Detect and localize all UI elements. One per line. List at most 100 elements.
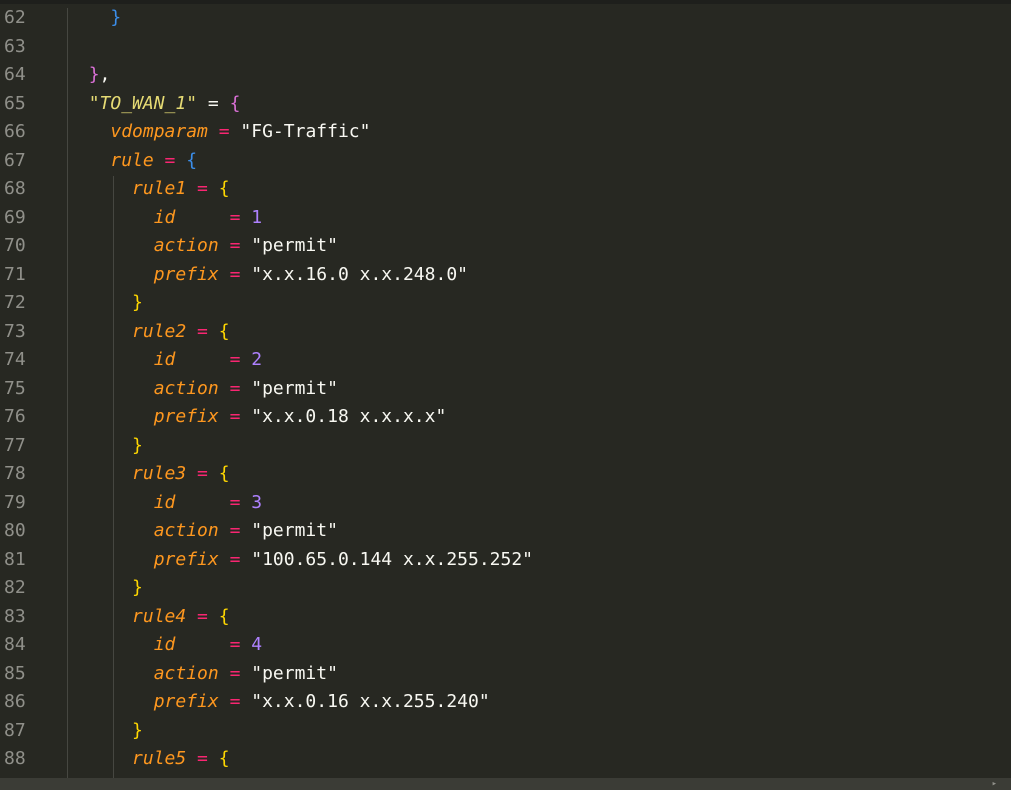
code-token: =: [186, 748, 219, 769]
code-line[interactable]: 63: [0, 33, 1011, 62]
code-token: action: [153, 377, 219, 399]
code-token: action: [153, 235, 219, 256]
code-text: rule2 = {: [67, 318, 230, 347]
code-line[interactable]: 68 rule1 = {: [0, 175, 1011, 204]
code-token: =: [153, 149, 187, 171]
line-number: 79: [4, 491, 26, 513]
code-line[interactable]: 79 id = 3: [0, 489, 1011, 518]
code-line[interactable]: 70 action = "permit": [0, 232, 1011, 261]
line-number: 62: [4, 7, 26, 28]
line-number: 75: [4, 377, 26, 399]
code-line[interactable]: 81 prefix = "100.65.0.144 x.x.255.252": [0, 546, 1011, 575]
line-number: 83: [4, 605, 26, 627]
code-line[interactable]: 84 id = 4: [0, 631, 1011, 660]
code-line[interactable]: 85 action = "permit": [0, 660, 1011, 689]
code-token: id: [153, 634, 176, 655]
code-token: prefix: [153, 263, 219, 285]
code-token: rule3: [132, 463, 187, 484]
code-line[interactable]: 75 action = "permit": [0, 375, 1011, 404]
code-text: prefix = "x.x.0.18 x.x.x.x": [67, 403, 447, 432]
code-text: }: [67, 717, 143, 746]
code-text: id = 3: [67, 489, 262, 518]
code-token: rule1: [132, 178, 187, 199]
line-number: 77: [4, 434, 26, 456]
code-text: }: [67, 4, 121, 33]
code-line[interactable]: 64 },: [0, 61, 1011, 90]
code-line[interactable]: 77 }: [0, 432, 1011, 461]
line-number: 65: [4, 92, 26, 114]
code-line[interactable]: 88 rule5 = {: [0, 745, 1011, 774]
code-token: vdomparam: [110, 121, 208, 142]
code-text: id = 4: [67, 631, 262, 660]
code-token: action: [153, 662, 219, 684]
code-text: }: [67, 432, 143, 461]
code-text: rule5 = {: [67, 745, 230, 774]
line-number: 66: [4, 121, 26, 142]
code-line[interactable]: 65 "TO_WAN_1" = {: [0, 90, 1011, 119]
code-line[interactable]: 66 vdomparam = "FG-Traffic": [0, 118, 1011, 147]
line-number: 86: [4, 691, 26, 712]
code-line[interactable]: 87 }: [0, 717, 1011, 746]
code-token: }: [88, 64, 100, 85]
code-token: id: [153, 491, 176, 513]
line-number: 80: [4, 520, 26, 541]
code-token: "permit": [251, 662, 338, 684]
horizontal-scrollbar[interactable]: ▸: [0, 778, 1011, 790]
code-text: id = 2: [67, 346, 262, 375]
code-token: {: [218, 605, 230, 627]
code-token: id: [153, 206, 176, 228]
line-number: 63: [4, 35, 26, 57]
scroll-right-icon[interactable]: ▸: [992, 778, 997, 790]
code-line[interactable]: 78 rule3 = {: [0, 460, 1011, 489]
code-token: 4: [251, 634, 263, 655]
code-token: "permit": [251, 377, 338, 399]
code-token: =: [175, 349, 252, 370]
code-token: =: [218, 662, 252, 684]
code-line[interactable]: 69 id = 1: [0, 204, 1011, 233]
code-line[interactable]: 71 prefix = "x.x.16.0 x.x.248.0": [0, 261, 1011, 290]
code-text: action = "permit": [67, 232, 338, 261]
code-token: {: [218, 463, 230, 484]
line-number: 67: [4, 149, 26, 171]
code-line[interactable]: 62 }: [0, 4, 1011, 33]
code-line[interactable]: 67 rule = {: [0, 147, 1011, 176]
code-line[interactable]: 86 prefix = "x.x.0.16 x.x.255.240": [0, 688, 1011, 717]
code-text: },: [67, 61, 111, 90]
code-token: ,: [99, 64, 111, 85]
code-line[interactable]: 76 prefix = "x.x.0.18 x.x.x.x": [0, 403, 1011, 432]
code-token: rule: [110, 149, 154, 171]
code-line[interactable]: 74 id = 2: [0, 346, 1011, 375]
code-editor[interactable]: 62 } 63 64 }, 65 "TO_WAN_1" = {66 vdomparam…: [0, 4, 1011, 778]
code-line[interactable]: 83 rule4 = {: [0, 603, 1011, 632]
code-token: id: [153, 349, 176, 370]
code-token: =: [218, 520, 252, 541]
code-token: action: [153, 520, 219, 541]
code-token: rule2: [132, 320, 187, 342]
code-token: rule4: [132, 605, 187, 627]
code-token: }: [132, 434, 143, 456]
code-text: }: [67, 289, 143, 318]
code-line[interactable]: 72 }: [0, 289, 1011, 318]
code-text: prefix = "x.x.16.0 x.x.248.0": [67, 261, 468, 290]
code-token: {: [218, 320, 230, 342]
code-line[interactable]: 80 action = "permit": [0, 517, 1011, 546]
code-token: {: [218, 178, 230, 199]
code-line[interactable]: 82 }: [0, 574, 1011, 603]
code-line[interactable]: 73 rule2 = {: [0, 318, 1011, 347]
line-number: 88: [4, 748, 26, 769]
code-token: prefix: [153, 406, 219, 427]
code-token: }: [110, 7, 122, 28]
line-number: 69: [4, 206, 26, 228]
